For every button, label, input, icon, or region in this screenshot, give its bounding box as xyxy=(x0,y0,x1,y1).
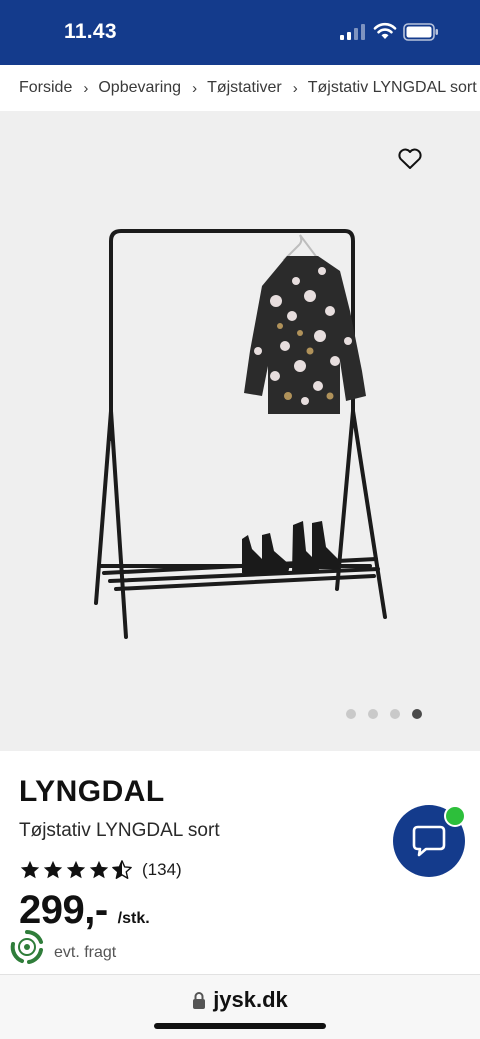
product-image-clothes-rack xyxy=(94,229,387,639)
product-price: 299,- xyxy=(19,888,108,932)
product-image-gallery[interactable] xyxy=(0,111,480,751)
star-filled-icon xyxy=(43,860,63,879)
star-filled-icon xyxy=(89,860,109,879)
product-brand: LYNGDAL xyxy=(19,775,165,808)
status-bar: 11.43 xyxy=(0,0,480,65)
shipping-note: evt. fragt xyxy=(54,944,117,961)
gallery-pagination xyxy=(346,709,422,719)
cellular-signal-icon xyxy=(340,24,365,40)
star-filled-icon xyxy=(20,860,40,879)
breadcrumb-item-tojstativer[interactable]: Tøjstativer xyxy=(207,79,282,97)
battery-icon xyxy=(403,23,438,41)
status-time: 11.43 xyxy=(64,20,117,43)
review-count[interactable]: (134) xyxy=(142,860,182,880)
chevron-right-icon: › xyxy=(292,79,298,97)
breadcrumb-item-opbevaring[interactable]: Opbevaring xyxy=(98,79,181,97)
gallery-dot[interactable] xyxy=(346,709,356,719)
lock-icon xyxy=(193,992,206,1009)
url-text: jysk.dk xyxy=(213,987,288,1012)
breadcrumb-item-forside[interactable]: Forside xyxy=(19,79,72,97)
home-indicator[interactable] xyxy=(154,1023,326,1029)
heart-outline-icon[interactable] xyxy=(397,147,423,171)
url-display[interactable]: jysk.dk xyxy=(0,987,480,1013)
browser-address-bar[interactable]: jysk.dk xyxy=(0,974,480,1039)
price-row: 299,- /stk. xyxy=(19,888,150,933)
wifi-icon xyxy=(373,22,397,39)
chevron-right-icon: › xyxy=(192,79,198,97)
chat-online-status-dot xyxy=(444,805,466,827)
chevron-right-icon: › xyxy=(83,79,89,97)
star-half-icon xyxy=(112,860,132,879)
breadcrumb: Forside › Opbevaring › Tøjstativer › Tøj… xyxy=(0,65,480,111)
price-unit: /stk. xyxy=(117,910,150,927)
breadcrumb-item-current: Tøjstativ LYNGDAL sort xyxy=(307,79,477,96)
product-name: Tøjstativ LYNGDAL sort xyxy=(19,820,220,841)
gallery-dot-active[interactable] xyxy=(412,709,422,719)
star-filled-icon xyxy=(66,860,86,879)
recycle-badge-icon xyxy=(10,930,44,964)
gallery-dot[interactable] xyxy=(390,709,400,719)
chat-bubble-icon xyxy=(412,825,446,857)
product-rating[interactable]: (134) xyxy=(19,859,182,881)
rating-stars xyxy=(19,859,133,881)
gallery-dot[interactable] xyxy=(368,709,378,719)
